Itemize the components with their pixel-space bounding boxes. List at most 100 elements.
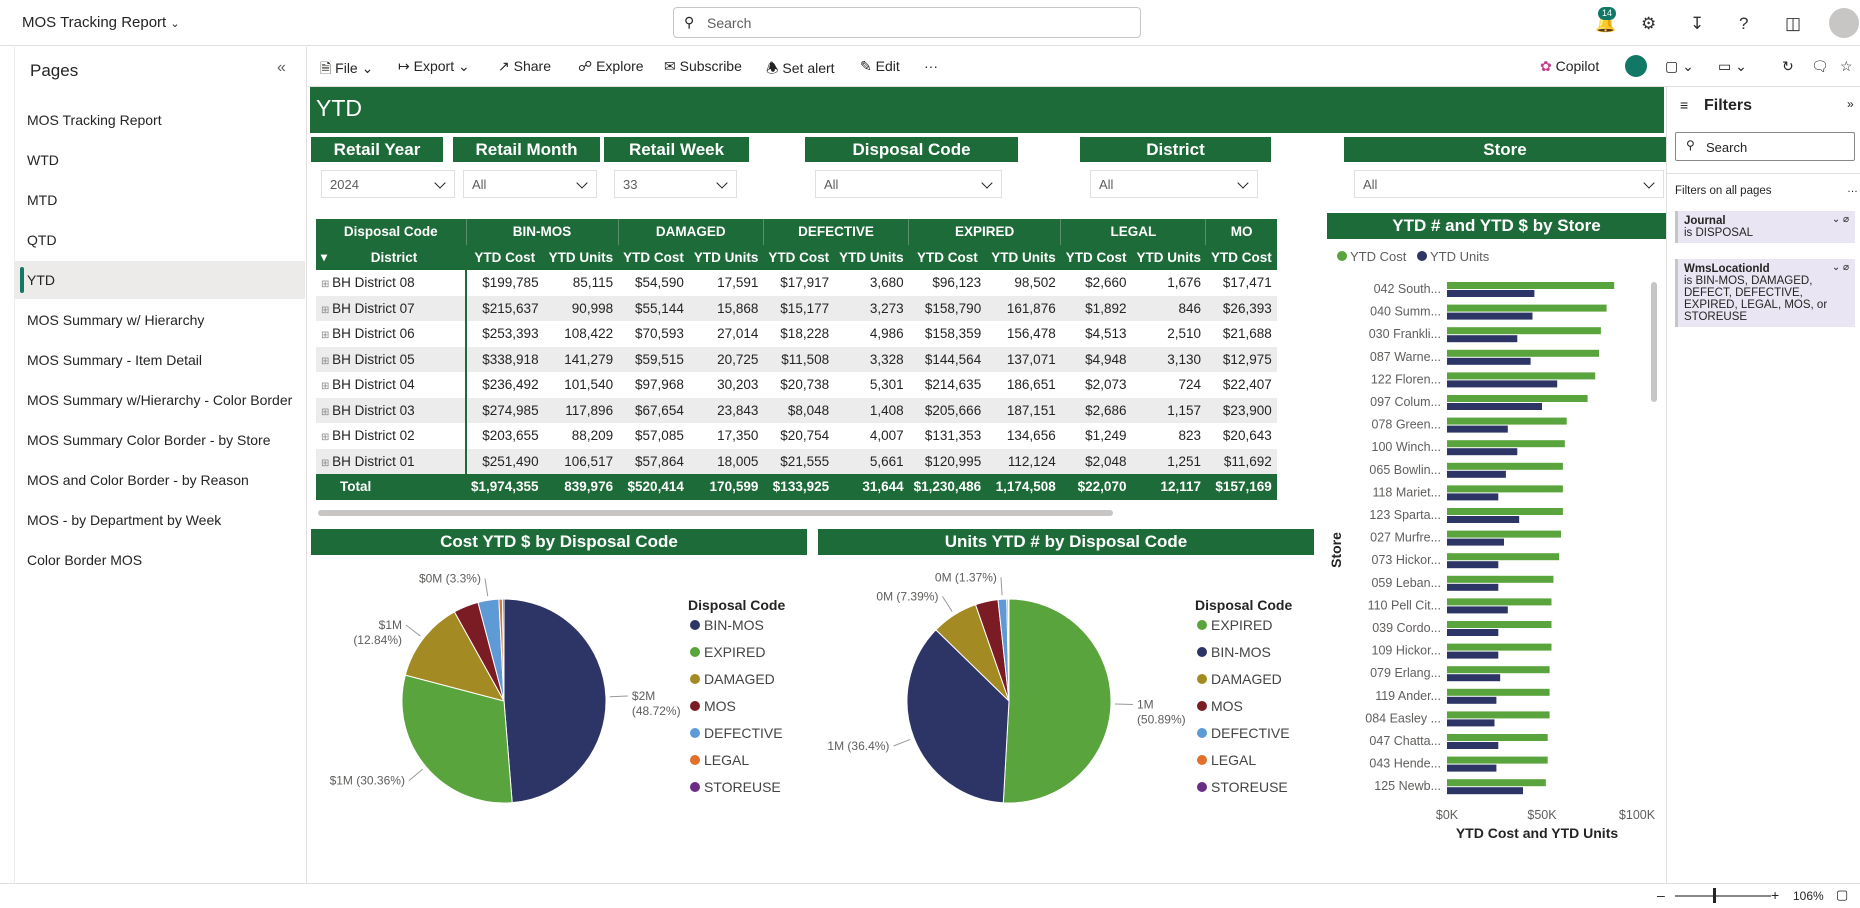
legend-item[interactable]: YTD Cost <box>1350 249 1407 264</box>
bar[interactable] <box>1447 395 1588 402</box>
bar[interactable] <box>1447 530 1561 538</box>
set-alert-button[interactable]: 🕭 Set alert <box>766 58 835 82</box>
bar[interactable] <box>1447 417 1567 425</box>
horizontal-scrollbar[interactable] <box>318 510 1113 516</box>
share-button[interactable]: ↗ Share <box>498 58 551 75</box>
zoom-slider[interactable] <box>1675 895 1771 897</box>
table-row[interactable]: ⊞ BH District 03 $274,985 117,896 $67,654 23… <box>316 397 1277 423</box>
legend-item[interactable]: DEFECTIVE <box>704 725 783 741</box>
bar[interactable] <box>1447 688 1550 696</box>
collapse-icon[interactable]: « <box>277 59 286 77</box>
bar[interactable] <box>1447 470 1506 478</box>
expand-icon[interactable]: ⊞ <box>321 458 332 469</box>
legend-item[interactable]: YTD Units <box>1430 249 1490 264</box>
filter-card[interactable]: Journal ⌄ ⌀ is DISPOSAL <box>1675 211 1855 243</box>
fit-page-icon[interactable]: ▢ <box>1836 887 1848 903</box>
file-menu[interactable]: 🗎 File ⌄ <box>320 58 373 82</box>
bar[interactable] <box>1447 742 1499 749</box>
pie-slice[interactable] <box>1007 598 1010 702</box>
zoom-out-button[interactable]: – <box>1657 887 1665 903</box>
expand-icon[interactable]: ⊞ <box>321 279 332 290</box>
edit-button[interactable]: ✎ Edit <box>860 58 900 75</box>
legend-item[interactable]: DAMAGED <box>1211 671 1282 687</box>
expand-icon[interactable]: ⊞ <box>321 330 332 341</box>
vertical-scrollbar[interactable] <box>1651 282 1657 402</box>
refresh-status-icon[interactable] <box>1625 55 1647 77</box>
bar[interactable] <box>1447 485 1563 493</box>
bar[interactable] <box>1447 734 1548 741</box>
copilot-button[interactable]: ✿ Copilot <box>1540 58 1599 75</box>
report-title-dropdown[interactable]: MOS Tracking Report ⌄ <box>22 14 180 31</box>
bar[interactable] <box>1447 304 1607 312</box>
page-item[interactable]: MOS Tracking Report <box>15 101 305 139</box>
export-menu[interactable]: ↦ Export ⌄ <box>398 58 470 75</box>
filter-card-controls-icon[interactable]: ⌄ ⌀ <box>1832 214 1849 225</box>
favorite-icon[interactable]: ☆ <box>1840 58 1853 75</box>
bar[interactable] <box>1447 787 1523 795</box>
expand-icon[interactable]: ⊞ <box>321 407 332 418</box>
page-item[interactable]: MOS Summary w/Hierarchy - Color Border <box>15 381 305 419</box>
expand-icon[interactable]: ⊞ <box>321 432 332 443</box>
filter-card-controls-icon[interactable]: ⌄ ⌀ <box>1832 262 1849 273</box>
bar[interactable] <box>1447 674 1501 682</box>
avatar[interactable] <box>1829 8 1859 38</box>
explore-button[interactable]: ☍ Explore <box>578 58 644 75</box>
bar[interactable] <box>1447 553 1560 561</box>
bar[interactable] <box>1447 516 1520 523</box>
page-item[interactable]: MOS Summary w/ Hierarchy <box>15 301 305 339</box>
bar[interactable] <box>1447 493 1499 501</box>
bar[interactable] <box>1447 696 1497 704</box>
legend-item[interactable]: EXPIRED <box>704 644 765 660</box>
expand-icon[interactable]: ⊞ <box>321 381 332 392</box>
bar[interactable] <box>1447 764 1497 772</box>
bar[interactable] <box>1447 779 1546 787</box>
slicer-dropdown[interactable]: 33 <box>614 170 737 198</box>
column-header[interactable]: YTD Units <box>543 244 619 270</box>
column-header[interactable]: YTD Cost <box>763 244 835 270</box>
legend-item[interactable]: MOS <box>704 698 736 714</box>
bar[interactable] <box>1447 448 1518 456</box>
comment-icon[interactable]: 🗨 <box>1811 58 1829 75</box>
legend-item[interactable]: DEFECTIVE <box>1211 725 1290 741</box>
table-row[interactable]: ⊞ BH District 04 $236,492 101,540 $97,968 30… <box>316 372 1277 398</box>
bar[interactable] <box>1447 327 1601 335</box>
global-search[interactable]: ⚲ Search <box>673 7 1141 38</box>
bar[interactable] <box>1447 357 1531 365</box>
filter-search[interactable]: ⚲ Search <box>1675 132 1855 161</box>
page-item[interactable]: YTD <box>15 261 305 299</box>
legend-item[interactable]: DAMAGED <box>704 671 775 687</box>
legend-item[interactable]: BIN-MOS <box>1211 644 1271 660</box>
bar[interactable] <box>1447 651 1499 659</box>
page-item[interactable]: MOS Summary - Item Detail <box>15 341 305 379</box>
page-item[interactable]: Color Border MOS <box>15 541 305 579</box>
legend-item[interactable]: STOREUSE <box>704 779 781 795</box>
legend-item[interactable]: MOS <box>1211 698 1243 714</box>
slicer-dropdown[interactable]: All <box>1354 170 1664 198</box>
column-header[interactable]: YTD Cost <box>618 244 689 270</box>
bar[interactable] <box>1447 583 1499 591</box>
collapse-filters-icon[interactable]: » <box>1847 97 1854 111</box>
bar[interactable] <box>1447 643 1552 651</box>
page-item[interactable]: MOS and Color Border - by Reason <box>15 461 305 499</box>
bar[interactable] <box>1447 666 1550 674</box>
bar[interactable] <box>1447 380 1558 388</box>
bar[interactable] <box>1447 575 1554 583</box>
table-row[interactable]: ⊞ BH District 06 $253,393 108,422 $70,593 27… <box>316 321 1277 347</box>
bar[interactable] <box>1447 462 1563 470</box>
table-row[interactable]: ⊞ BH District 08 $199,785 85,115 $54,590 17,… <box>316 270 1277 296</box>
download-icon[interactable]: ↧ <box>1690 14 1704 34</box>
view-icon[interactable]: ▭ ⌄ <box>1718 58 1747 75</box>
legend-item[interactable]: BIN-MOS <box>704 617 764 633</box>
bar[interactable] <box>1447 561 1499 569</box>
bar[interactable] <box>1447 598 1552 606</box>
zoom-slider-thumb[interactable] <box>1713 888 1716 903</box>
column-header[interactable]: YTD Cost <box>908 244 987 270</box>
share-screen-icon[interactable]: ◫ <box>1785 14 1801 34</box>
bar[interactable] <box>1447 282 1615 289</box>
bar[interactable] <box>1447 349 1599 357</box>
legend-item[interactable]: EXPIRED <box>1211 617 1272 633</box>
slicer-dropdown[interactable]: All <box>1090 170 1258 198</box>
bar[interactable] <box>1447 719 1495 727</box>
legend-item[interactable]: LEGAL <box>1211 752 1256 768</box>
gear-icon[interactable]: ⚙ <box>1641 14 1656 34</box>
